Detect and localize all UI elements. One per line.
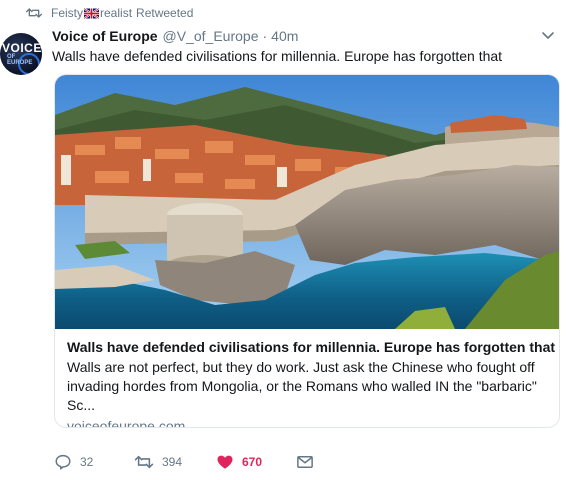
envelope-icon xyxy=(297,456,313,468)
author-name[interactable]: Voice of Europe xyxy=(52,28,158,44)
retweeter-name-part2[interactable]: realist xyxy=(100,6,132,20)
retweeter-name-part1[interactable]: Feisty xyxy=(51,6,83,20)
retweet-count: 394 xyxy=(162,455,183,469)
retweet-button[interactable]: 394 xyxy=(134,452,182,472)
chevron-down-icon[interactable] xyxy=(540,27,556,43)
avatar-logo-subtext: OF EUROPE xyxy=(7,54,33,66)
direct-message-button[interactable] xyxy=(296,452,322,472)
reply-icon xyxy=(55,454,71,470)
tweet-header: Voice of Europe @V_of_Europe · 40m xyxy=(52,26,298,46)
like-button[interactable]: 670 xyxy=(216,452,262,472)
reply-count: 32 xyxy=(80,455,94,469)
avatar[interactable]: VOICE OF EUROPE xyxy=(0,33,42,75)
header-separator: · xyxy=(262,28,268,44)
card-image xyxy=(55,75,559,329)
retweet-icon xyxy=(134,455,154,469)
card-description: Walls are not perfect, but they do work.… xyxy=(67,359,537,413)
card-title: Walls have defended civilisations for mi… xyxy=(67,339,556,355)
tweet-timestamp[interactable]: 40m xyxy=(271,28,298,44)
link-card[interactable]: Walls have defended civilisations for mi… xyxy=(54,74,560,428)
uk-flag-icon xyxy=(84,7,100,19)
avatar-logo-text: VOICE xyxy=(2,41,42,55)
tweet-text: Walls have defended civilisations for mi… xyxy=(52,48,503,64)
retweet-action-label: Retweeted xyxy=(136,6,194,20)
retweet-context: Feisty realist Retweeted xyxy=(26,4,193,22)
card-domain: voiceofeurope.com xyxy=(67,418,186,428)
author-handle[interactable]: @V_of_Europe xyxy=(163,28,259,44)
tweet-actions: 32 394 670 xyxy=(54,452,354,472)
reply-button[interactable]: 32 xyxy=(54,452,93,472)
card-body: Walls have defended civilisations for mi… xyxy=(67,337,556,428)
like-count: 670 xyxy=(242,455,263,469)
retweet-icon xyxy=(26,8,42,18)
heart-icon xyxy=(217,455,233,469)
